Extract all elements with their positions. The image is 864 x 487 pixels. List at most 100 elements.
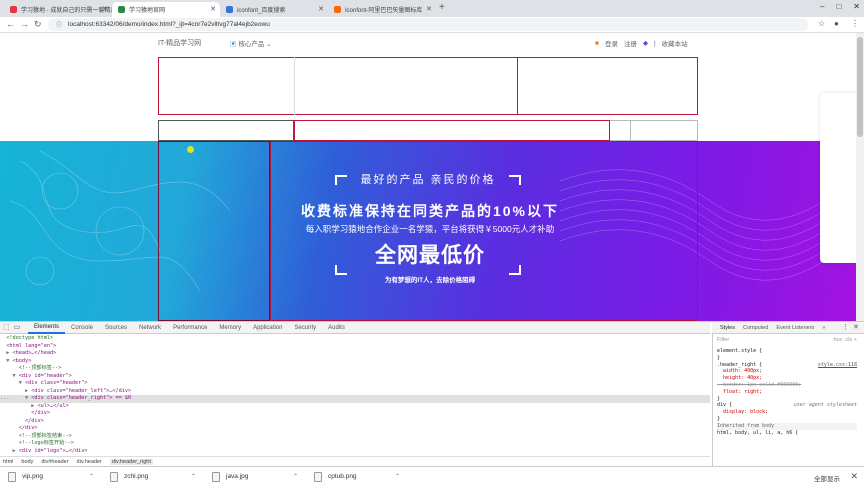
minimize-icon[interactable]: – xyxy=(820,2,824,11)
dom-tag: </div> xyxy=(25,417,44,424)
browser-tab-strip: 学习猿地 - 成就自己的只需一套精品 ✕ 学习猿地官网 ✕ iconfont_百… xyxy=(0,0,864,17)
dom-node[interactable]: ▼ <div class="header"> xyxy=(0,380,710,388)
menu-icon[interactable]: ⋮ xyxy=(851,19,859,28)
reload-icon[interactable]: ↻ xyxy=(34,19,42,30)
style-source-link[interactable]: style.css:118 xyxy=(818,362,857,369)
tab-favicon-icon xyxy=(226,6,233,13)
bookmark-star-icon[interactable]: ☆ xyxy=(818,19,825,28)
page-scrollbar[interactable] xyxy=(856,33,864,321)
browser-tab-1[interactable]: 学习猿地官网 ✕ xyxy=(112,2,220,17)
style-line[interactable]: width: 400px; xyxy=(717,368,857,375)
browser-tab-0[interactable]: 学习猿地 - 成就自己的只需一套精品 ✕ xyxy=(4,2,112,17)
style-line[interactable]: float: right; xyxy=(717,389,857,396)
scrollbar-thumb[interactable] xyxy=(857,37,863,137)
devtools-menu-icon[interactable]: ⋮ xyxy=(842,323,849,331)
download-item[interactable]: vip.png ⌃ xyxy=(0,467,102,487)
more-tabs-icon[interactable]: » xyxy=(822,325,825,331)
bookmark-site-link[interactable]: 收藏本站 xyxy=(662,38,688,48)
style-line: element.style { xyxy=(717,348,763,354)
dom-node[interactable]: </div> xyxy=(0,425,710,433)
register-link[interactable]: 注册 xyxy=(624,38,637,48)
dom-node[interactable]: ▶ <ul>…</ul> xyxy=(0,403,710,411)
dom-node[interactable]: ▼ <div id="header"> xyxy=(0,373,710,381)
browser-tab-3[interactable]: Iconfont-阿里巴巴矢量图标库 ✕ xyxy=(328,2,436,17)
devtools-tabs: ⬚ ▭ Elements Console Sources Network Per… xyxy=(0,322,710,334)
breadcrumb-item[interactable]: div#header xyxy=(41,459,68,465)
tab-application[interactable]: Application xyxy=(247,322,288,334)
tab-close-icon[interactable]: ✕ xyxy=(426,5,432,13)
styles-filter[interactable]: Filter :hov .cls + xyxy=(717,337,857,345)
filter-input[interactable]: Filter xyxy=(717,337,729,345)
banner-subsidy-text: 每入职学习猿地合作企业一名学猿，平台将获得￥5000元人才补助 xyxy=(305,224,555,234)
tab-sources[interactable]: Sources xyxy=(99,322,133,334)
dom-node[interactable]: ▶ <head>…</head> xyxy=(0,350,710,358)
breadcrumb-item[interactable]: div.header xyxy=(77,459,102,465)
filter-buttons[interactable]: :hov .cls + xyxy=(832,337,857,345)
url-text: localhost:63342/06/demo/index.html?_ijt=… xyxy=(68,21,270,28)
tab-title: 学习猿地官网 xyxy=(129,8,166,14)
tab-audits[interactable]: Audits xyxy=(322,322,351,334)
dom-node[interactable]: <!doctype html> xyxy=(0,335,710,343)
dom-node-selected[interactable]: ... ▼ <div class="header_right"> == $0 xyxy=(0,395,710,403)
browser-tab-2[interactable]: iconfont_百度搜索 ✕ xyxy=(220,2,328,17)
dom-node[interactable]: </div> xyxy=(0,418,710,426)
chevron-up-icon[interactable]: ⌃ xyxy=(293,473,298,480)
account-icon[interactable]: ● xyxy=(834,19,839,28)
new-tab-button[interactable]: + xyxy=(439,2,445,13)
tab-title: iconfont_百度搜索 xyxy=(237,8,286,14)
tab-close-icon[interactable]: ✕ xyxy=(102,5,108,13)
dom-node[interactable]: <!--顶部标签结束--> xyxy=(0,433,710,441)
tab-performance[interactable]: Performance xyxy=(167,322,213,334)
tab-memory[interactable]: Memory xyxy=(213,322,247,334)
dom-node[interactable]: <!--顶部标签--> xyxy=(0,365,710,373)
tab-network[interactable]: Network xyxy=(133,322,167,334)
dom-node[interactable]: ▼ <body> xyxy=(0,358,710,366)
dom-node[interactable]: </div> xyxy=(0,410,710,418)
tab-close-icon[interactable]: ✕ xyxy=(210,5,216,13)
chevron-up-icon[interactable]: ⌃ xyxy=(191,473,196,480)
dom-indent xyxy=(0,418,25,424)
dom-node[interactable]: ▶ <div id="logo">…</div> xyxy=(0,448,710,456)
download-item[interactable]: cptub.png ⌃ xyxy=(306,467,408,487)
dom-tag: <head>…</head> xyxy=(12,350,57,356)
breadcrumb-item-current[interactable]: div.header_right xyxy=(109,458,153,465)
style-line[interactable]: border: 1px solid #000000; xyxy=(717,382,857,389)
info-icon[interactable]: ⓘ xyxy=(56,20,62,29)
tab-computed[interactable]: Computed xyxy=(743,325,768,331)
site-logo-text[interactable]: IT-精品学习网 xyxy=(158,38,201,48)
device-toolbar-icon[interactable]: ▭ xyxy=(14,323,21,331)
show-all-downloads-button[interactable]: 全部显示 xyxy=(814,473,840,483)
tab-security[interactable]: Security xyxy=(288,322,322,334)
dom-tag: <div id="header"> xyxy=(18,372,72,379)
close-download-shelf-icon[interactable]: ✕ xyxy=(850,471,858,482)
dom-node[interactable]: ▶ <div class="header_left">…</div> xyxy=(0,388,710,396)
dom-node[interactable]: <html lang="en"> xyxy=(0,343,710,351)
dom-tree[interactable]: <!doctype html> <html lang="en"> ▶ <head… xyxy=(0,335,710,455)
devtools-close-icon[interactable]: ✕ xyxy=(853,323,859,331)
maximize-icon[interactable]: □ xyxy=(836,2,841,11)
close-window-icon[interactable]: ✕ xyxy=(853,2,860,11)
promo-banner[interactable]: 最好的产品 亲民的价格 收费标准保持在同类产品的10%以下 每入职学习猿地合作企… xyxy=(0,141,856,321)
download-item[interactable]: zchl.png ⌃ xyxy=(102,467,204,487)
side-floating-panel[interactable] xyxy=(820,93,856,263)
tab-close-icon[interactable]: ✕ xyxy=(318,5,324,13)
tab-elements[interactable]: Elements xyxy=(28,322,66,334)
tab-console[interactable]: Console xyxy=(65,322,99,334)
tab-styles[interactable]: Styles xyxy=(720,325,735,331)
forward-icon[interactable]: → xyxy=(20,19,29,29)
download-item[interactable]: java.jpg ⌃ xyxy=(204,467,306,487)
chevron-up-icon[interactable]: ⌃ xyxy=(89,473,94,480)
breadcrumb-item[interactable]: body xyxy=(21,459,33,465)
tab-event-listeners[interactable]: Event Listeners xyxy=(776,325,814,331)
inspect-element-icon[interactable]: ⬚ xyxy=(3,323,10,331)
dom-indent: ▶ xyxy=(0,447,19,454)
login-link[interactable]: 登录 xyxy=(605,38,618,48)
banner-headline: 最好的产品 亲民的价格 xyxy=(360,174,496,186)
style-line[interactable]: height: 40px; xyxy=(717,375,857,382)
core-products-menu[interactable]: ▣ 核心产品 ⌄ xyxy=(230,38,272,48)
chevron-up-icon[interactable]: ⌃ xyxy=(395,473,400,480)
url-field[interactable]: ⓘ localhost:63342/06/demo/index.html?_ij… xyxy=(48,18,808,31)
back-icon[interactable]: ← xyxy=(6,19,15,29)
breadcrumb-item[interactable]: html xyxy=(3,459,13,465)
dom-node[interactable]: <!--logo标签开始--> xyxy=(0,440,710,448)
